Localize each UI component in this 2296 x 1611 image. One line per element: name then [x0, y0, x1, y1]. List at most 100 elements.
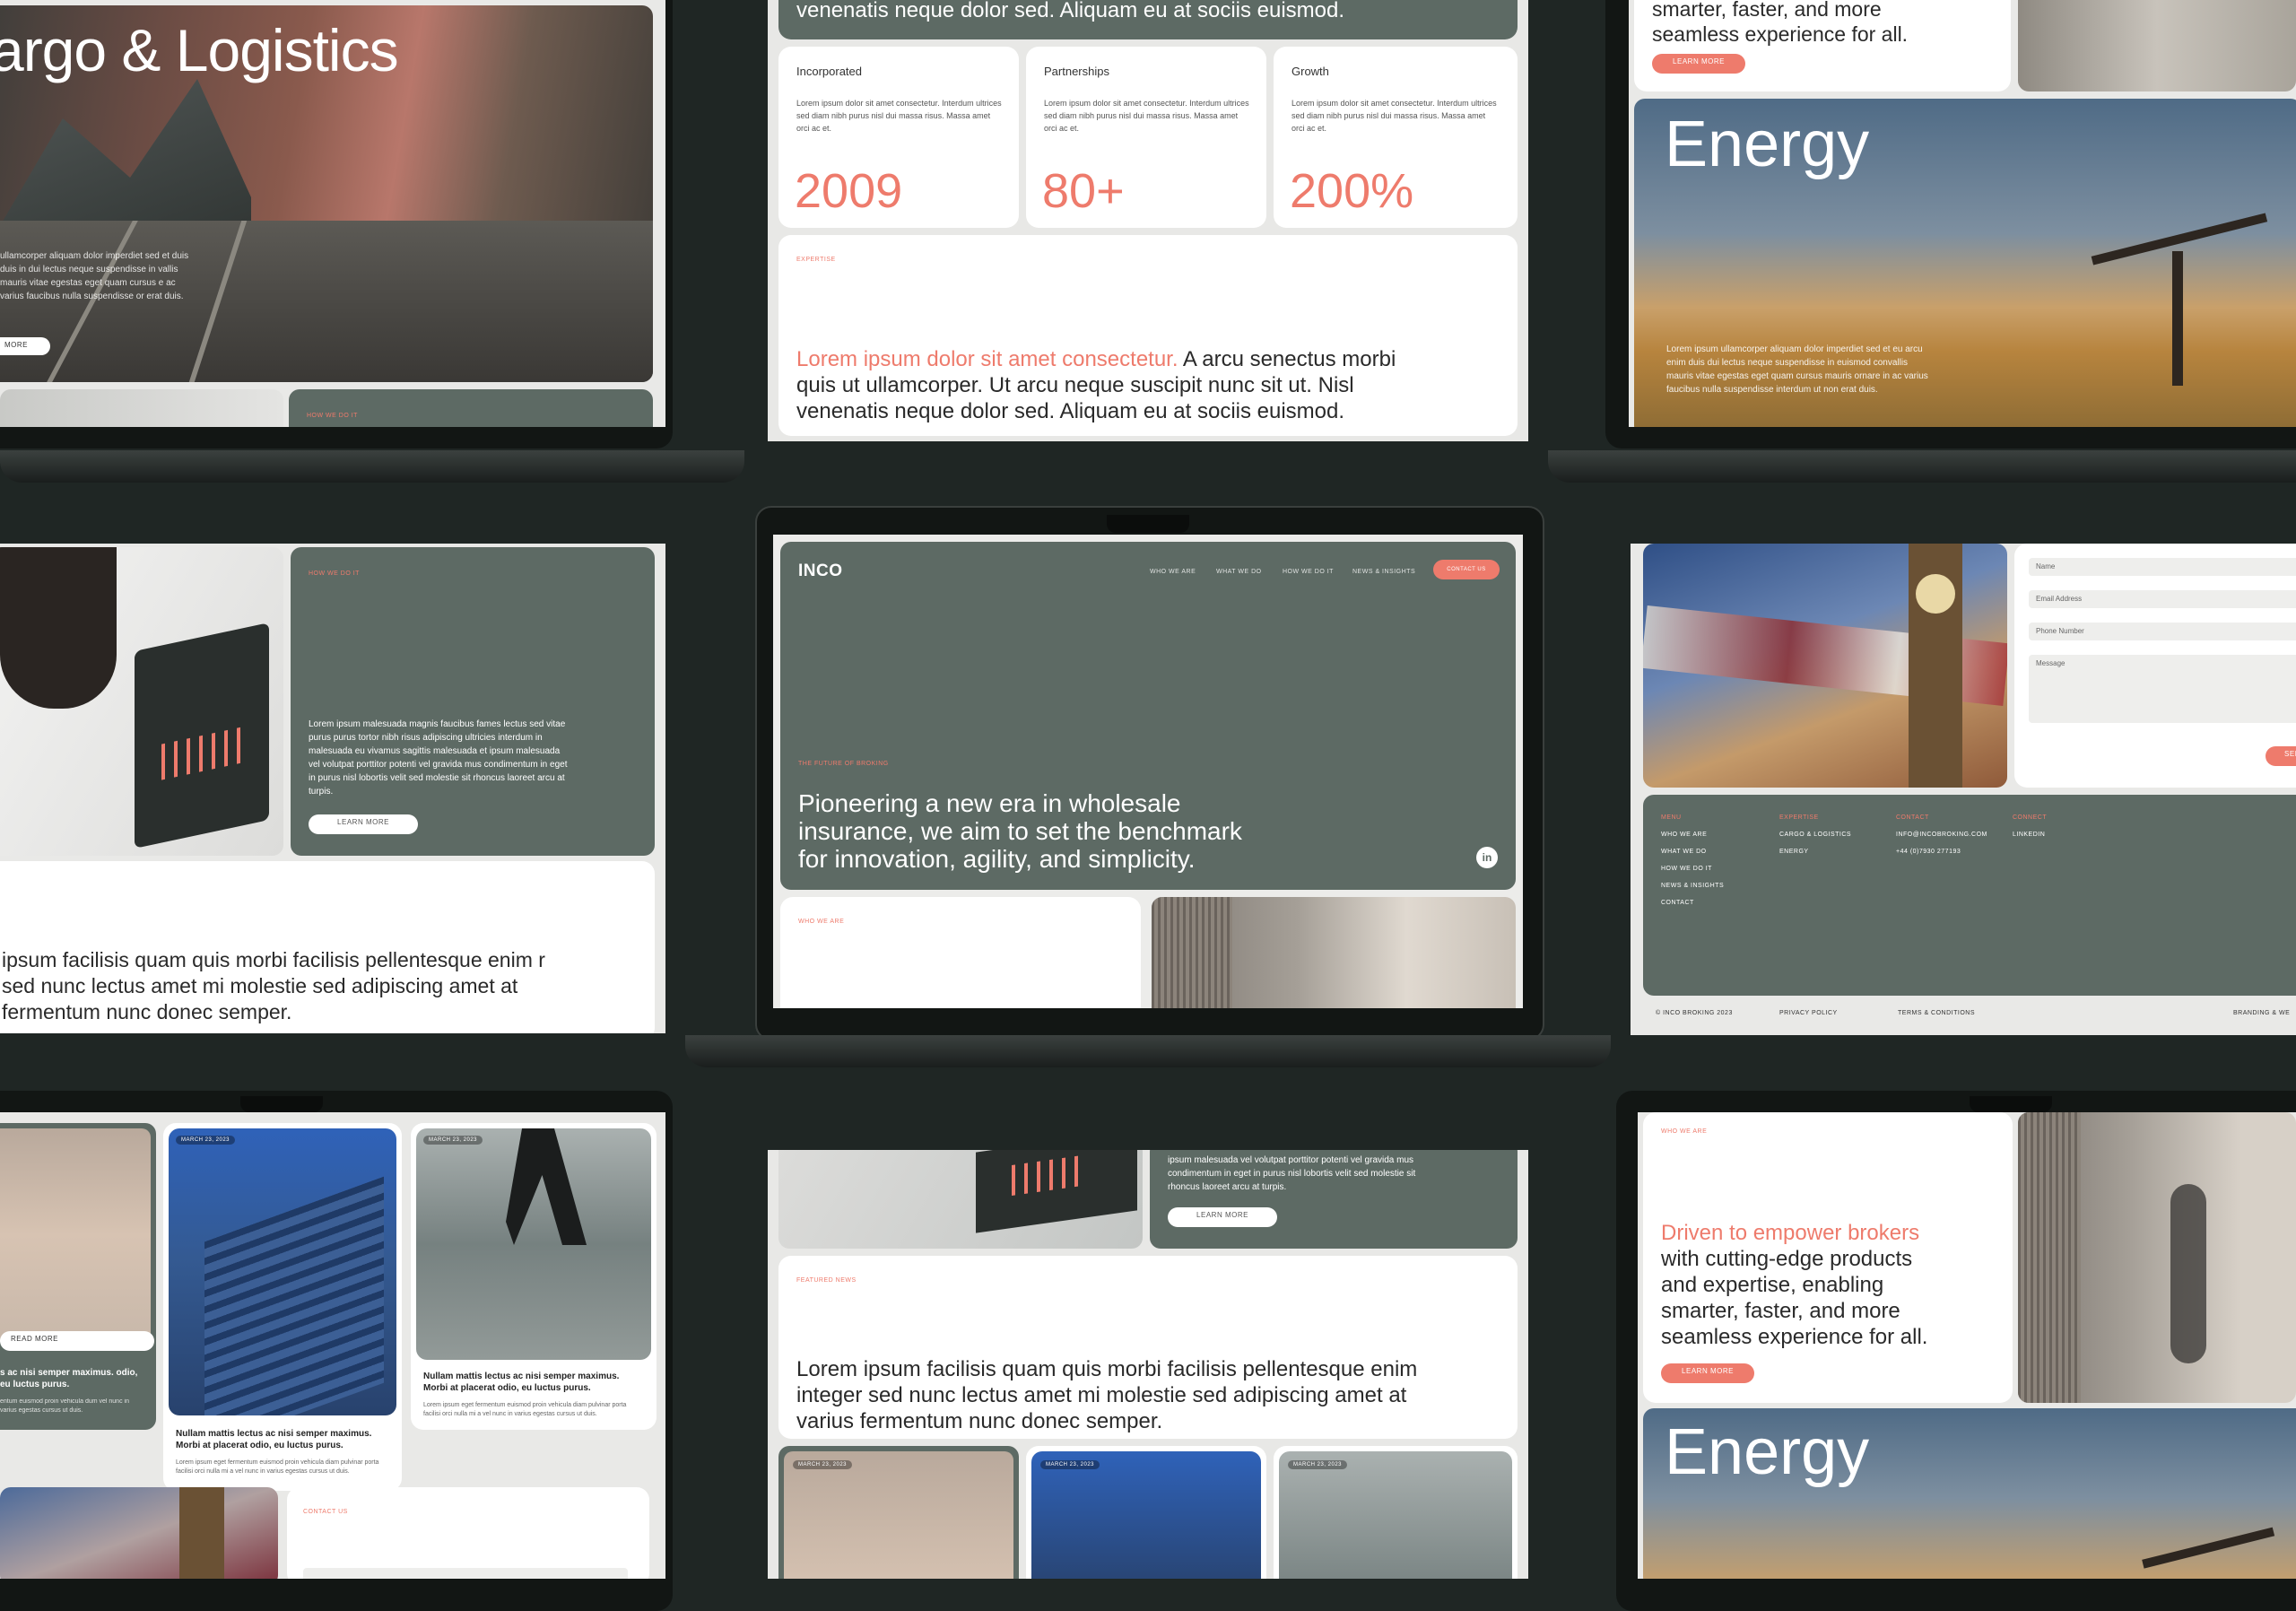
footer-link[interactable]: CARGO & LOGISTICS: [1779, 832, 1851, 838]
who-rest: with cutting-edge products and expertise…: [1661, 1247, 1928, 1349]
hero-who-label: WHO WE ARE: [798, 919, 845, 925]
footer-link[interactable]: ENERGY: [1779, 849, 1851, 855]
message-field[interactable]: Message: [2029, 655, 2296, 723]
who-card: WHO WE ARE Driven to empower brokers wit…: [1643, 1112, 2013, 1403]
stat-value: 200%: [1290, 164, 1414, 218]
linkedin-icon[interactable]: in: [1476, 847, 1498, 868]
footer-link[interactable]: WHO WE ARE: [1661, 832, 1724, 838]
contact-us-card: CONTACT US: [287, 1487, 649, 1579]
who-learn-more-button[interactable]: LEARN MORE: [1661, 1363, 1754, 1383]
news-date: MARCH 23, 2023: [1288, 1460, 1348, 1469]
laptop-base-center: [685, 1035, 1611, 1067]
walker-figure: [2170, 1184, 2206, 1363]
wood-slats: [1152, 897, 1232, 1008]
nav-what-we-do[interactable]: WHAT WE DO: [1216, 569, 1262, 575]
stats-top-text: venenatis neque dolor sed. Aliquam eu at…: [796, 0, 1345, 22]
terms-link[interactable]: TERMS & CONDITIONS: [1898, 1010, 1975, 1016]
cargo-page: argo & Logistics ullamcorper aliquam dol…: [0, 0, 665, 427]
contact-us-label: CONTACT US: [303, 1509, 348, 1515]
small-chart: [1012, 1154, 1083, 1197]
news-card-walker[interactable]: MARCH 23, 2023 Nullam mattis lectus ac n…: [411, 1123, 657, 1430]
news-center-page: ipsum malesuada vel volutpat porttitor p…: [768, 1150, 1528, 1579]
footer-link[interactable]: WHAT WE DO: [1661, 849, 1724, 855]
expertise-quote: Lorem ipsum dolor sit amet consectetur. …: [796, 346, 1424, 424]
news-date: MARCH 23, 2023: [1040, 1460, 1100, 1469]
send-button[interactable]: SEN: [2266, 746, 2296, 766]
nav-who-we-are[interactable]: WHO WE ARE: [1150, 569, 1196, 575]
energy-learn-more-button[interactable]: LEARN MORE: [1652, 54, 1745, 74]
container-stack: [204, 1176, 384, 1415]
contact-page: Name Email Address Phone Number Message …: [1631, 544, 2296, 1035]
who-right-page: WHO WE ARE Driven to empower brokers wit…: [1638, 1112, 2296, 1579]
who-label: WHO WE ARE: [1661, 1128, 1708, 1135]
footer-col-menu: MENU WHO WE ARE WHAT WE DO HOW WE DO IT …: [1661, 814, 1724, 917]
stats-top-panel: venenatis neque dolor sed. Aliquam eu at…: [778, 0, 1518, 39]
pumpjack-bottom: [2142, 1527, 2283, 1579]
news-body: Lorem ipsum eget fermentum euismod proin…: [423, 1402, 627, 1417]
news-left-page: READ MORE s ac nisi semper maximus. odio…: [0, 1112, 665, 1579]
contact-field[interactable]: [303, 1568, 628, 1579]
news-title: Nullam mattis lectus ac nisi semper maxi…: [423, 1372, 620, 1393]
stat-label: Growth: [1292, 65, 1329, 78]
name-field[interactable]: Name: [2029, 558, 2296, 576]
walker-photo: [416, 1128, 651, 1360]
laptop-user-photo-small: [778, 1150, 1143, 1249]
news-body: Lorem ipsum eget fermentum euismod proin…: [176, 1459, 379, 1475]
footer-link[interactable]: HOW WE DO IT: [1661, 866, 1724, 872]
branding-link[interactable]: BRANDING & WE: [2233, 1010, 2290, 1016]
containers-photo-small: [1031, 1451, 1261, 1579]
clock-face: [1916, 574, 1955, 614]
walking-photo-bottom: [2018, 1112, 2296, 1403]
footer-link[interactable]: NEWS & INSIGHTS: [1661, 883, 1724, 889]
nav-news-insights[interactable]: NEWS & INSIGHTS: [1352, 569, 1415, 575]
news-card-containers[interactable]: MARCH 23, 2023 Nullam mattis lectus ac n…: [163, 1123, 402, 1491]
news-tile-walker[interactable]: MARCH 23, 2023: [1274, 1446, 1518, 1579]
stat-value: 2009: [795, 164, 903, 218]
news-tile-wind[interactable]: MARCH 23, 2023: [778, 1446, 1019, 1579]
camera-notch-bottom-right: [1970, 1096, 2052, 1112]
laptop-base-top-right: [1548, 450, 2296, 483]
footer-col-head: CONTACT: [1896, 814, 1929, 821]
footer-link[interactable]: INFO@INCOBROKING.COM: [1896, 832, 1987, 838]
inco-logo[interactable]: INCO: [798, 562, 843, 581]
news-center-panel: ipsum malesuada vel volutpat porttitor p…: [1150, 1150, 1518, 1249]
footer-link[interactable]: CONTACT: [1661, 900, 1724, 906]
cargo-more-button[interactable]: MORE: [0, 337, 50, 355]
stat-label: Partnerships: [1044, 65, 1109, 78]
howwedoit-quote-card: ipsum facilisis quam quis morbi facilisi…: [0, 861, 655, 1033]
contact-us-button[interactable]: CONTACT US: [1433, 560, 1500, 579]
stat-value: 80+: [1042, 164, 1125, 218]
news-partial-card: READ MORE s ac nisi semper maximus. odio…: [0, 1123, 156, 1430]
howwedoit-body: Lorem ipsum malesuada magnis faucibus fa…: [309, 719, 568, 797]
news-date: MARCH 23, 2023: [176, 1136, 236, 1145]
news-title: Nullam mattis lectus ac nisi semper maxi…: [176, 1429, 372, 1450]
read-more-button[interactable]: READ MORE: [0, 1331, 154, 1351]
howwedoit-learn-more-button[interactable]: LEARN MORE: [309, 814, 418, 834]
footer-col-connect: CONNECT LINKEDIN: [2013, 814, 2047, 849]
phone-field[interactable]: Phone Number: [2029, 623, 2296, 640]
news-tile-containers[interactable]: MARCH 23, 2023: [1026, 1446, 1266, 1579]
news-center-body: ipsum malesuada vel volutpat porttitor p…: [1168, 1155, 1416, 1192]
laptop-user-photo: [0, 547, 283, 856]
energy-intro-card: smarter, faster, and more seamless exper…: [1634, 0, 2011, 91]
stat-card-growth: Growth Lorem ipsum dolor sit amet consec…: [1274, 47, 1518, 228]
howwedoit-quote: ipsum facilisis quam quis morbi facilisi…: [2, 948, 545, 1023]
hero-who-card: WHO WE ARE: [780, 897, 1141, 1008]
hero-page: INCO WHO WE ARE WHAT WE DO HOW WE DO IT …: [773, 535, 1523, 1008]
howwedoit-panel: HOW WE DO IT Lorem ipsum malesuada magni…: [291, 547, 655, 856]
privacy-link[interactable]: PRIVACY POLICY: [1779, 1010, 1838, 1016]
howwedoit-label: HOW WE DO IT: [309, 570, 360, 577]
nav-how-we-do-it[interactable]: HOW WE DO IT: [1283, 569, 1334, 575]
footer-link[interactable]: +44 (0)7930 277193: [1896, 849, 1987, 855]
news-center-learn-more[interactable]: LEARN MORE: [1168, 1207, 1277, 1227]
camera-notch-bottom-left: [240, 1096, 323, 1112]
footer-link[interactable]: LINKEDIN: [2013, 832, 2047, 838]
energy-top-page: smarter, faster, and more seamless exper…: [1629, 0, 2296, 427]
screen-chart: [161, 727, 242, 780]
energy-title: Energy: [1665, 109, 1870, 180]
stats-page: venenatis neque dolor sed. Aliquam eu at…: [768, 0, 1528, 441]
email-field[interactable]: Email Address: [2029, 590, 2296, 608]
bigben-bottom-photo: [0, 1487, 278, 1579]
energy-body: Lorem ipsum ullamcorper aliquam dolor im…: [1666, 344, 1928, 395]
news-partial-body: entum euismod proin vehicula dum vel nun…: [0, 1398, 129, 1414]
